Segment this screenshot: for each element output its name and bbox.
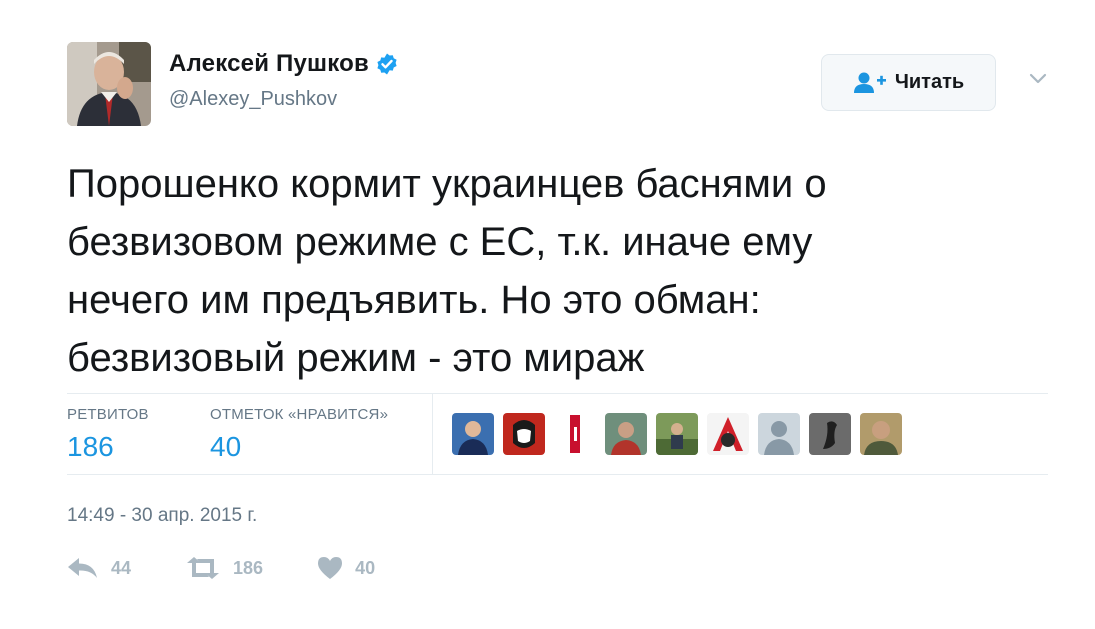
reply-count: 44: [111, 557, 132, 578]
likes-value[interactable]: 40: [210, 431, 388, 463]
retweet-count: 186: [233, 557, 264, 578]
stats-top-divider: [67, 393, 1048, 394]
likes-stat[interactable]: ОТМЕТОК «НРАВИТСЯ» 40: [210, 406, 388, 463]
likers-avatars: [452, 413, 911, 455]
tweet-timestamp[interactable]: 14:49 - 30 апр. 2015 г.: [67, 505, 257, 527]
liker-avatar[interactable]: [452, 413, 494, 455]
author-name-row[interactable]: Алексей Пушков: [169, 50, 399, 78]
retweets-value[interactable]: 186: [67, 431, 149, 463]
liker-avatar[interactable]: [656, 413, 698, 455]
likes-label: ОТМЕТОК «НРАВИТСЯ»: [210, 406, 389, 423]
heart-icon: [318, 557, 343, 579]
author-display-name[interactable]: Алексей Пушков: [169, 50, 369, 78]
follow-button[interactable]: Читать: [821, 54, 996, 111]
reply-button[interactable]: 44: [67, 557, 131, 579]
liker-avatar[interactable]: [758, 413, 800, 455]
retweets-label: РЕТВИТОВ: [67, 406, 149, 423]
verified-badge-icon: [377, 53, 397, 75]
follow-button-label: Читать: [894, 71, 965, 93]
stats-separator: [432, 394, 433, 474]
liker-avatar[interactable]: [605, 413, 647, 455]
retweet-button[interactable]: 186: [185, 557, 263, 579]
like-button[interactable]: 40: [317, 557, 375, 579]
retweets-stat[interactable]: РЕТВИТОВ 186: [67, 406, 149, 463]
author-avatar[interactable]: [67, 42, 151, 126]
liker-avatar[interactable]: [503, 413, 545, 455]
stats-bottom-divider: [67, 474, 1048, 475]
follow-user-icon: [853, 72, 886, 93]
reply-icon: [68, 558, 97, 578]
liker-avatar[interactable]: [809, 413, 851, 455]
author-handle[interactable]: @Alexey_Pushkov: [169, 88, 337, 111]
liker-avatar[interactable]: [707, 413, 749, 455]
liker-avatar[interactable]: [860, 413, 902, 455]
tweet-text: Порошенко кормит украинцев баснями о без…: [67, 162, 827, 380]
tweet-action-bar: 44 186 40: [67, 557, 429, 579]
liker-avatar[interactable]: [554, 413, 596, 455]
chevron-down-icon[interactable]: [1028, 72, 1048, 86]
retweet-icon: [187, 557, 220, 579]
like-count: 40: [355, 557, 376, 578]
